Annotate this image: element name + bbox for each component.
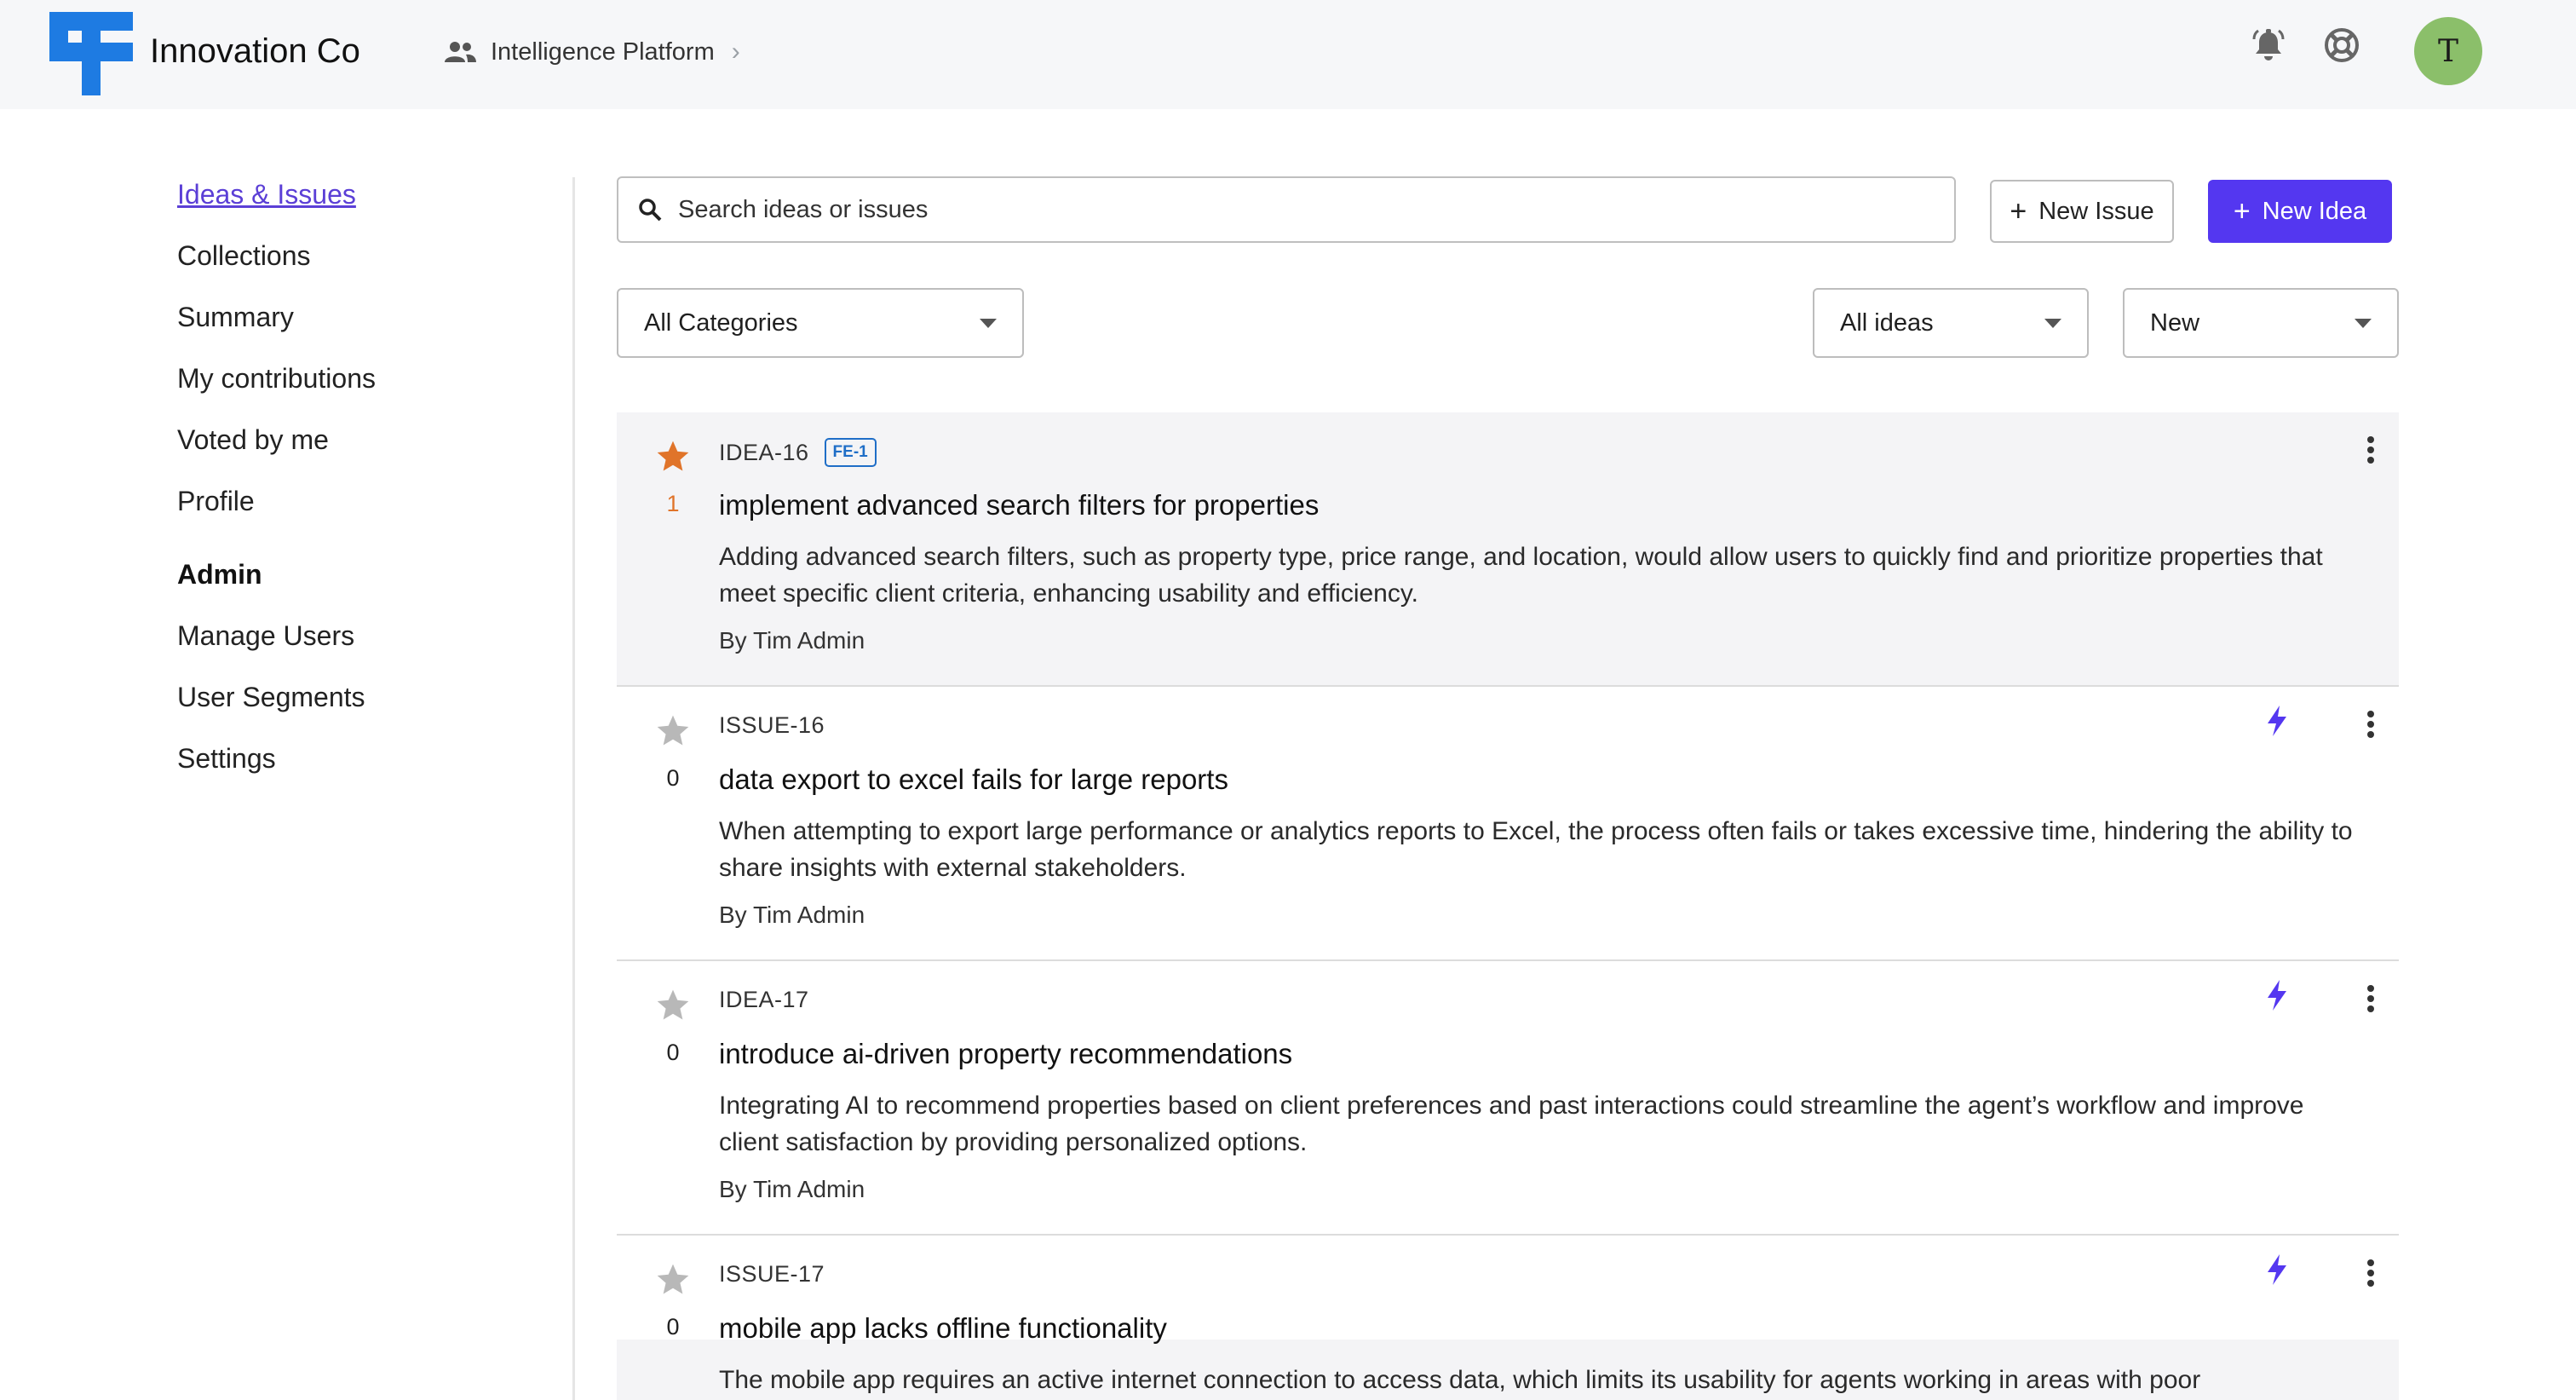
item-title[interactable]: introduce ai-driven property recommendat… <box>719 1038 1292 1070</box>
list-item[interactable]: 0 ISSUE-17 mobile app lacks offline func… <box>617 1236 2399 1400</box>
item-key-label: IDEA-16 <box>719 439 809 465</box>
new-idea-button[interactable]: + New Idea <box>2208 180 2392 243</box>
list-item[interactable]: 1 IDEA-16 FE-1 implement advanced search… <box>617 412 2399 687</box>
help-lifebuoy-icon[interactable] <box>2322 26 2361 65</box>
sidebar-item-manage-users[interactable]: Manage Users <box>177 612 552 673</box>
new-issue-label: New Issue <box>2038 197 2154 225</box>
item-description: Integrating AI to recommend properties b… <box>719 1092 2304 1156</box>
item-key-label: ISSUE-17 <box>719 1261 825 1287</box>
item-author: By Tim Admin <box>719 627 865 654</box>
sidebar-item-profile[interactable]: Profile <box>177 477 552 539</box>
lightning-bolt-icon[interactable] <box>2263 1253 2291 1287</box>
lightning-bolt-icon[interactable] <box>2263 704 2291 738</box>
sidebar-item-settings[interactable]: Settings <box>177 735 552 796</box>
idea-type-select[interactable]: All ideas <box>1813 288 2089 358</box>
notifications-bell-icon[interactable] <box>2249 26 2288 65</box>
item-key-label: ISSUE-16 <box>719 712 825 738</box>
vote-count: 0 <box>666 1314 680 1340</box>
sidebar-section-admin: Admin <box>177 559 262 590</box>
plus-icon: + <box>2010 195 2027 228</box>
vote-count: 1 <box>666 491 680 516</box>
more-options-icon[interactable] <box>2358 982 2383 1016</box>
more-options-icon[interactable] <box>2358 707 2383 741</box>
item-key: ISSUE-16 <box>719 712 825 739</box>
user-avatar[interactable]: T <box>2414 17 2482 85</box>
top-bar: Innovation Co Intelligence Platform › T <box>0 0 2576 109</box>
star-vote-icon[interactable] <box>654 987 692 1024</box>
more-options-icon[interactable] <box>2358 1256 2383 1290</box>
dropdown-arrow-icon <box>2044 318 2061 328</box>
item-key-label: IDEA-17 <box>719 987 809 1012</box>
list-item[interactable]: 0 ISSUE-16 data export to excel fails fo… <box>617 687 2399 961</box>
sidebar-item-my-contributions[interactable]: My contributions <box>177 354 552 416</box>
brand-name[interactable]: Innovation Co <box>150 32 360 71</box>
lightning-bolt-icon[interactable] <box>2263 978 2291 1012</box>
sidebar-nav: Ideas & Issues Collections Summary My co… <box>177 170 552 796</box>
vote-count: 0 <box>666 1040 680 1065</box>
item-key: IDEA-16 FE-1 <box>719 438 877 467</box>
sidebar-item-summary[interactable]: Summary <box>177 293 552 354</box>
new-issue-button[interactable]: + New Issue <box>1990 180 2174 243</box>
vote-count: 0 <box>666 765 680 791</box>
search-icon <box>639 199 662 222</box>
sidebar-item-voted-by-me[interactable]: Voted by me <box>177 416 552 477</box>
search-box[interactable] <box>617 176 1956 243</box>
item-title[interactable]: data export to excel fails for large rep… <box>719 763 1228 796</box>
item-title[interactable]: implement advanced search filters for pr… <box>719 489 1319 521</box>
item-key: ISSUE-17 <box>719 1261 825 1288</box>
star-vote-icon[interactable] <box>654 438 692 475</box>
sort-select[interactable]: New <box>2123 288 2399 358</box>
sidebar-item-collections[interactable]: Collections <box>177 232 552 293</box>
star-vote-icon[interactable] <box>654 712 692 750</box>
item-title[interactable]: mobile app lacks offline functionality <box>719 1312 1167 1345</box>
dropdown-arrow-icon <box>980 318 997 328</box>
plus-icon: + <box>2233 195 2251 228</box>
item-description: When attempting to export large performa… <box>719 817 2353 882</box>
brand-logo-icon[interactable] <box>49 12 133 95</box>
chevron-right-icon: › <box>731 37 740 66</box>
breadcrumb-label: Intelligence Platform <box>491 37 715 66</box>
item-author: By Tim Admin <box>719 902 865 928</box>
sidebar-item-user-segments[interactable]: User Segments <box>177 673 552 735</box>
item-key: IDEA-17 <box>719 987 809 1013</box>
list-item[interactable]: 0 IDEA-17 introduce ai-driven property r… <box>617 961 2399 1236</box>
group-icon <box>445 42 476 62</box>
item-author: By Tim Admin <box>719 1176 865 1202</box>
category-select-value: All Categories <box>644 308 798 337</box>
breadcrumb[interactable]: Intelligence Platform › <box>443 37 740 66</box>
search-input[interactable] <box>676 194 1915 225</box>
sidebar-divider <box>572 177 575 1400</box>
item-description: The mobile app requires an active intern… <box>719 1366 2201 1394</box>
category-select[interactable]: All Categories <box>617 288 1024 358</box>
new-idea-label: New Idea <box>2262 197 2367 225</box>
item-tag-badge[interactable]: FE-1 <box>824 438 877 467</box>
item-description: Adding advanced search filters, such as … <box>719 543 2323 608</box>
star-vote-icon[interactable] <box>654 1261 692 1299</box>
idea-type-select-value: All ideas <box>1840 308 1934 337</box>
dropdown-arrow-icon <box>2355 318 2372 328</box>
sidebar-item-ideas-issues[interactable]: Ideas & Issues <box>177 170 552 232</box>
more-options-icon[interactable] <box>2358 433 2383 467</box>
sort-select-value: New <box>2150 308 2200 337</box>
